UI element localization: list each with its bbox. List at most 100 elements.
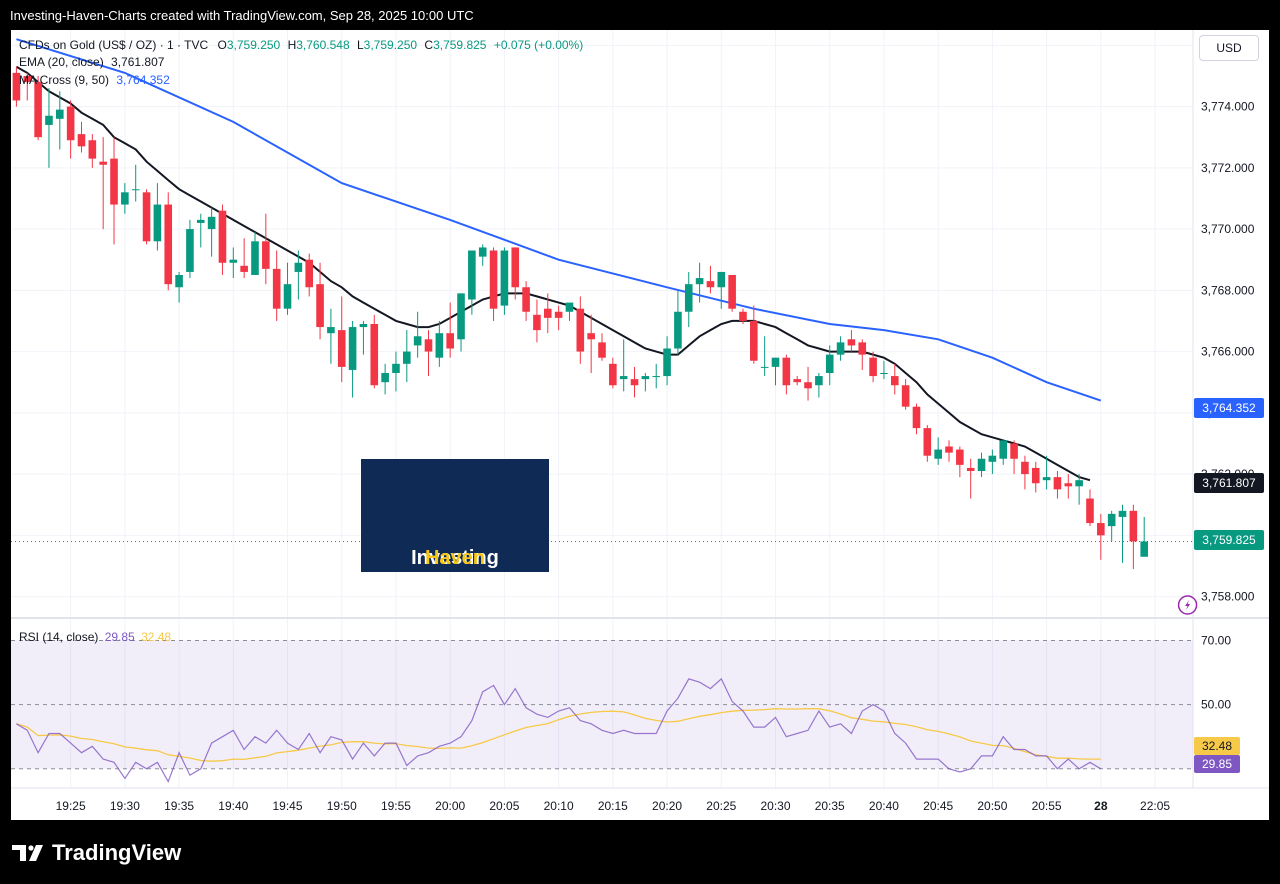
candle <box>1086 489 1094 527</box>
candle <box>674 290 682 355</box>
logo-text-haven: Haven <box>424 547 486 569</box>
candle <box>337 296 346 383</box>
candle <box>1031 461 1040 493</box>
candle <box>207 207 216 257</box>
candle <box>142 189 151 245</box>
candle <box>977 452 986 478</box>
candle <box>251 232 259 275</box>
time-tick-label: 20:55 <box>1032 799 1062 813</box>
tradingview-logo[interactable]: TradingView <box>12 840 181 866</box>
rsi-ma-tag: 32.48 <box>1194 737 1240 755</box>
candle-body <box>565 302 574 312</box>
candle-body <box>1053 477 1062 490</box>
candle <box>77 121 86 153</box>
rsi-legend[interactable]: RSI (14, close) 29.85 32.48 <box>19 630 171 644</box>
candle <box>1021 455 1029 490</box>
candle-body <box>435 333 444 358</box>
candle-body <box>977 458 986 471</box>
time-tick-label: 19:30 <box>110 799 140 813</box>
candle <box>131 164 140 202</box>
candle-body <box>131 189 140 191</box>
candle <box>121 183 129 214</box>
candle-body <box>327 327 335 334</box>
candle-body <box>186 229 194 272</box>
candle <box>110 137 118 245</box>
candle <box>956 446 964 478</box>
last-price-tag: 3,759.825 <box>1194 530 1264 550</box>
low-value: 3,759.250 <box>363 38 418 52</box>
candle <box>771 357 780 386</box>
candle <box>348 320 357 398</box>
candle-body <box>836 342 845 355</box>
tradingview-wordmark: TradingView <box>52 840 182 865</box>
candle <box>782 354 791 395</box>
candle <box>446 302 454 358</box>
candle <box>793 376 801 386</box>
candle <box>153 183 162 251</box>
candle-body <box>175 275 183 288</box>
candle-body <box>218 210 227 263</box>
candle-body <box>1086 498 1094 524</box>
ema-line <box>15 65 1091 482</box>
symbol-legend[interactable]: CFDs on Gold (US$ / OZ) · 1 · TVC O3,759… <box>19 38 583 52</box>
candle <box>413 311 422 358</box>
candle-body <box>142 192 151 242</box>
candle-body <box>652 376 661 378</box>
ma-legend[interactable]: MA Cross (9, 50) 3,764.352 <box>19 73 170 87</box>
candle-body <box>359 324 368 328</box>
candle-body <box>988 455 997 462</box>
ema-legend[interactable]: EMA (20, close) 3,761.807 <box>19 55 164 69</box>
candle-body <box>240 265 248 272</box>
time-tick-label: 20:10 <box>544 799 574 813</box>
candle <box>923 425 932 462</box>
candle-body <box>348 327 357 370</box>
candle-body <box>684 284 693 312</box>
candle <box>533 299 541 343</box>
candle-body <box>66 106 75 141</box>
candle <box>1118 504 1127 563</box>
candle-body <box>609 363 617 386</box>
candle-body <box>337 330 346 367</box>
candle-body <box>554 311 563 318</box>
candle-body <box>316 284 324 328</box>
candle-body <box>500 250 509 306</box>
time-tick-label: 20:40 <box>869 799 899 813</box>
candle <box>565 302 574 321</box>
chart-canvas[interactable]: 3,776.0003,774.0003,772.0003,770.0003,76… <box>11 30 1269 820</box>
candle <box>478 244 487 266</box>
candle <box>262 213 270 285</box>
candle-body <box>793 379 801 383</box>
candle-body <box>674 311 682 349</box>
chart-frame[interactable]: 3,776.0003,774.0003,772.0003,770.0003,76… <box>11 30 1269 820</box>
candle <box>1107 510 1116 542</box>
candle-body <box>956 449 964 465</box>
time-tick-label: 20:50 <box>977 799 1007 813</box>
price-tick-label: 3,772.000 <box>1201 161 1255 175</box>
candle <box>1064 474 1073 499</box>
close-value: 3,759.825 <box>433 38 487 52</box>
time-tick-label: 22:05 <box>1140 799 1170 813</box>
candle-body <box>619 376 628 380</box>
candle-body <box>153 204 162 242</box>
candle-body <box>825 354 834 373</box>
candle-body <box>478 247 487 257</box>
candle-body <box>1118 510 1127 517</box>
high-value: 3,760.548 <box>296 38 350 52</box>
change-value: +0.075 (+0.00%) <box>493 38 584 52</box>
price-tick-label: 3,770.000 <box>1201 222 1255 236</box>
candle-body <box>468 250 476 300</box>
candle-body <box>164 204 173 285</box>
candle <box>652 363 661 389</box>
candle-body <box>912 406 921 429</box>
currency-button[interactable]: USD <box>1199 35 1259 61</box>
candle <box>836 336 845 361</box>
candle-body <box>403 351 411 364</box>
open-label: O <box>217 38 227 52</box>
candle <box>706 265 715 294</box>
candle <box>457 293 465 352</box>
candle <box>728 275 736 312</box>
candle-body <box>99 161 107 165</box>
candle-body <box>1031 467 1040 484</box>
candle-body <box>663 348 671 377</box>
price-tick-label: 3,758.000 <box>1201 590 1255 604</box>
